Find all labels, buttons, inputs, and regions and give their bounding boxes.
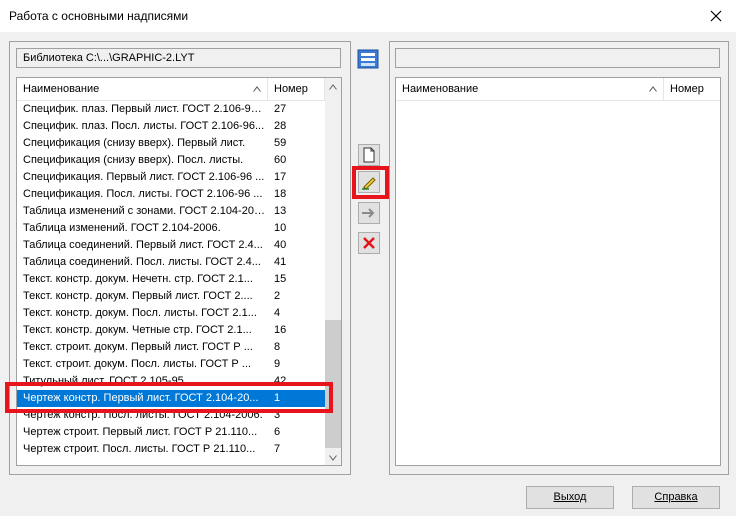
- row-name: Текст. констр. докум. Нечетн. стр. ГОСТ …: [23, 273, 253, 285]
- table-row[interactable]: Спецификация (снизу вверх). Первый лист.…: [17, 135, 325, 152]
- table-row[interactable]: Чертеж констр. Посл. листы. ГОСТ 2.104-2…: [17, 407, 325, 424]
- exit-button[interactable]: Выход: [526, 486, 614, 509]
- row-name: Таблица соединений. Посл. листы. ГОСТ 2.…: [23, 256, 261, 268]
- left-list-header: Наименование Номер: [17, 78, 325, 101]
- row-number: 59: [274, 137, 287, 149]
- scroll-down-icon[interactable]: [329, 455, 337, 461]
- row-name: Титульный лист. ГОСТ 2.105-95: [23, 375, 184, 387]
- row-number: 9: [274, 358, 281, 370]
- right-list[interactable]: Наименование Номер: [395, 77, 721, 466]
- sort-up-icon: [649, 86, 657, 92]
- left-list-scrollbar[interactable]: [325, 78, 341, 465]
- row-number: 6: [274, 426, 281, 438]
- row-name: Текст. строит. докум. Посл. листы. ГОСТ …: [23, 358, 251, 370]
- row-name: Текст. констр. докум. Первый лист. ГОСТ …: [23, 290, 253, 302]
- row-name: Специфик. плаз. Первый лист. ГОСТ 2.106-…: [23, 103, 265, 115]
- table-row[interactable]: Спецификация (снизу вверх). Посл. листы.…: [17, 152, 325, 169]
- table-row[interactable]: Текст. констр. докум. Нечетн. стр. ГОСТ …: [17, 271, 325, 288]
- row-name: Текст. строит. докум. Первый лист. ГОСТ …: [23, 341, 253, 353]
- table-row[interactable]: Текст. строит. докум. Посл. листы. ГОСТ …: [17, 356, 325, 373]
- row-number: 28: [274, 120, 287, 132]
- row-number: 27: [274, 103, 287, 115]
- left-list-rows: Специфик. плаз. Первый лист. ГОСТ 2.106-…: [17, 101, 325, 465]
- left-list[interactable]: Наименование Номер Специфик. плаз. Первы…: [16, 77, 342, 466]
- title-bar: Работа с основными надписями: [0, 0, 736, 32]
- library-icon: [357, 49, 379, 69]
- close-button[interactable]: [696, 0, 736, 32]
- table-row[interactable]: Текст. строит. докум. Первый лист. ГОСТ …: [17, 339, 325, 356]
- new-document-icon: [363, 147, 375, 163]
- table-row[interactable]: Спецификация. Посл. листы. ГОСТ 2.106-96…: [17, 186, 325, 203]
- move-right-button[interactable]: [358, 202, 380, 224]
- col-num-header[interactable]: Номер: [268, 78, 325, 100]
- row-number: 7: [274, 443, 281, 455]
- row-number: 18: [274, 188, 287, 200]
- table-row[interactable]: Таблица изменений. ГОСТ 2.104-2006. 10: [17, 220, 325, 237]
- row-number: 13: [274, 205, 287, 217]
- row-name: Таблица изменений с зонами. ГОСТ 2.104-2…: [23, 205, 265, 217]
- row-name: Таблица соединений. Первый лист. ГОСТ 2.…: [23, 239, 263, 251]
- row-name: Спецификация (снизу вверх). Первый лист.: [23, 137, 246, 149]
- row-name: Спецификация. Посл. листы. ГОСТ 2.106-96…: [23, 188, 263, 200]
- row-number: 17: [274, 171, 287, 183]
- table-row[interactable]: Чертеж строит. Первый лист. ГОСТ Р 21.11…: [17, 424, 325, 441]
- row-name: Чертеж констр. Посл. листы. ГОСТ 2.104-2…: [23, 409, 263, 421]
- row-number: 60: [274, 154, 287, 166]
- scroll-thumb[interactable]: [325, 320, 341, 448]
- table-row[interactable]: Таблица изменений с зонами. ГОСТ 2.104-2…: [17, 203, 325, 220]
- row-number: 15: [274, 273, 287, 285]
- right-col-num-header[interactable]: Номер: [664, 78, 720, 100]
- row-name: Чертеж строит. Первый лист. ГОСТ Р 21.11…: [23, 426, 258, 438]
- table-row[interactable]: Специфик. плаз. Посл. листы. ГОСТ 2.106-…: [17, 118, 325, 135]
- row-name: Спецификация (снизу вверх). Посл. листы.: [23, 154, 244, 166]
- window-title: Работа с основными надписями: [9, 9, 189, 23]
- row-name: Специфик. плаз. Посл. листы. ГОСТ 2.106-…: [23, 120, 265, 132]
- row-number: 8: [274, 341, 281, 353]
- delete-button[interactable]: [358, 232, 380, 254]
- scroll-up-icon[interactable]: [329, 84, 337, 90]
- table-row[interactable]: Текст. констр. докум. Первый лист. ГОСТ …: [17, 288, 325, 305]
- library-select-button[interactable]: [357, 49, 379, 69]
- new-button[interactable]: [358, 144, 380, 166]
- right-col-name-header[interactable]: Наименование: [396, 78, 664, 100]
- row-number: 42: [274, 375, 287, 387]
- table-row[interactable]: Текст. констр. докум. Четные стр. ГОСТ 2…: [17, 322, 325, 339]
- close-icon: [710, 10, 722, 22]
- pencil-icon: [362, 177, 376, 190]
- table-row[interactable]: Чертеж констр. Первый лист. ГОСТ 2.104-2…: [17, 390, 325, 407]
- right-header-field: [395, 48, 720, 68]
- table-row[interactable]: Таблица соединений. Первый лист. ГОСТ 2.…: [17, 237, 325, 254]
- table-row[interactable]: Титульный лист. ГОСТ 2.105-95 42: [17, 373, 325, 390]
- table-row[interactable]: Текст. констр. докум. Посл. листы. ГОСТ …: [17, 305, 325, 322]
- row-number: 41: [274, 256, 287, 268]
- row-name: Спецификация. Первый лист. ГОСТ 2.106-96…: [23, 171, 265, 183]
- row-name: Чертеж констр. Первый лист. ГОСТ 2.104-2…: [23, 392, 259, 404]
- row-number: 10: [274, 222, 287, 234]
- table-row[interactable]: Специфик. плаз. Первый лист. ГОСТ 2.106-…: [17, 101, 325, 118]
- row-number: 3: [274, 409, 281, 421]
- arrow-right-icon: [362, 208, 375, 218]
- col-name-header[interactable]: Наименование: [17, 78, 268, 100]
- table-row[interactable]: Спецификация. Первый лист. ГОСТ 2.106-96…: [17, 169, 325, 186]
- sort-up-icon: [253, 86, 261, 92]
- delete-x-icon: [363, 237, 375, 249]
- row-name: Текст. констр. докум. Посл. листы. ГОСТ …: [23, 307, 257, 319]
- row-name: Текст. констр. докум. Четные стр. ГОСТ 2…: [23, 324, 252, 336]
- table-row[interactable]: Чертеж строит. Посл. листы. ГОСТ Р 21.11…: [17, 441, 325, 458]
- row-name: Чертеж строит. Посл. листы. ГОСТ Р 21.11…: [23, 443, 256, 455]
- row-number: 4: [274, 307, 281, 319]
- row-name: Таблица изменений. ГОСТ 2.104-2006.: [23, 222, 221, 234]
- row-number: 1: [274, 392, 281, 404]
- table-row[interactable]: Таблица соединений. Посл. листы. ГОСТ 2.…: [17, 254, 325, 271]
- library-path-field: Библиотека C:\...\GRAPHIC-2.LYT: [16, 48, 341, 68]
- edit-button[interactable]: [358, 171, 380, 193]
- row-number: 16: [274, 324, 287, 336]
- help-button[interactable]: Справка: [632, 486, 720, 509]
- right-list-header: Наименование Номер: [396, 78, 720, 101]
- row-number: 2: [274, 290, 281, 302]
- row-number: 40: [274, 239, 287, 251]
